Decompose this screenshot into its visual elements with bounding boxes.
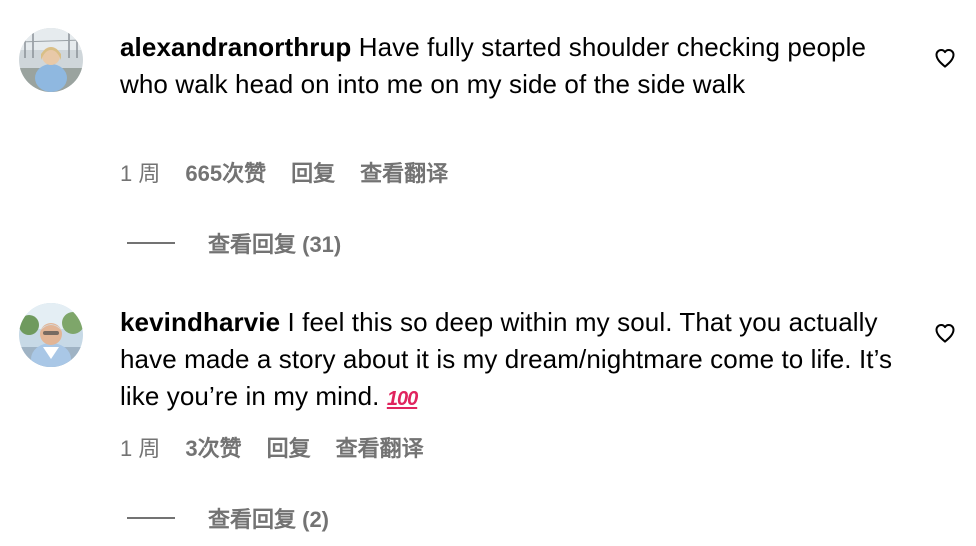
reply-button[interactable]: 回复 [291,156,335,188]
view-replies-button[interactable]: 查看回复 (2) [127,504,329,532]
comment-username[interactable]: kevindharvie [120,307,280,337]
comment-meta: 1 周 3次赞 回复 查看翻译 [120,433,424,461]
view-replies-label: 查看回复 (2) [208,507,330,532]
comment-time[interactable]: 1 周 [120,156,160,188]
comment-username[interactable]: alexandranorthrup [120,32,351,62]
avatar[interactable] [19,28,83,92]
comment-meta: 1 周 665次赞 回复 查看翻译 [120,158,448,186]
comment-likes-count[interactable]: 3次赞 [185,431,241,463]
translate-button[interactable]: 查看翻译 [360,156,448,188]
avatar-photo [19,28,83,92]
comment-item: kevindharvie I feel this so deep within … [0,270,976,546]
heart-outline-icon[interactable] [933,321,957,345]
view-replies-label: 查看回复 (31) [208,232,342,257]
avatar-photo [19,303,83,367]
heart-outline-icon[interactable] [933,46,957,70]
reply-button[interactable]: 回复 [267,431,311,463]
translate-button[interactable]: 查看翻译 [336,431,424,463]
hundred-points-emoji: 100 [386,388,418,410]
replies-divider-line [127,242,175,244]
comment-time[interactable]: 1 周 [120,431,160,463]
view-replies-button[interactable]: 查看回复 (31) [127,229,341,257]
comment-text: kevindharvie I feel this so deep within … [120,304,900,418]
comment-likes-count[interactable]: 665次赞 [185,156,266,188]
comment-text: alexandranorthrup Have fully started sho… [120,29,900,103]
replies-divider-line [127,517,175,519]
comment-item: alexandranorthrup Have fully started sho… [0,0,976,270]
avatar[interactable] [19,303,83,367]
